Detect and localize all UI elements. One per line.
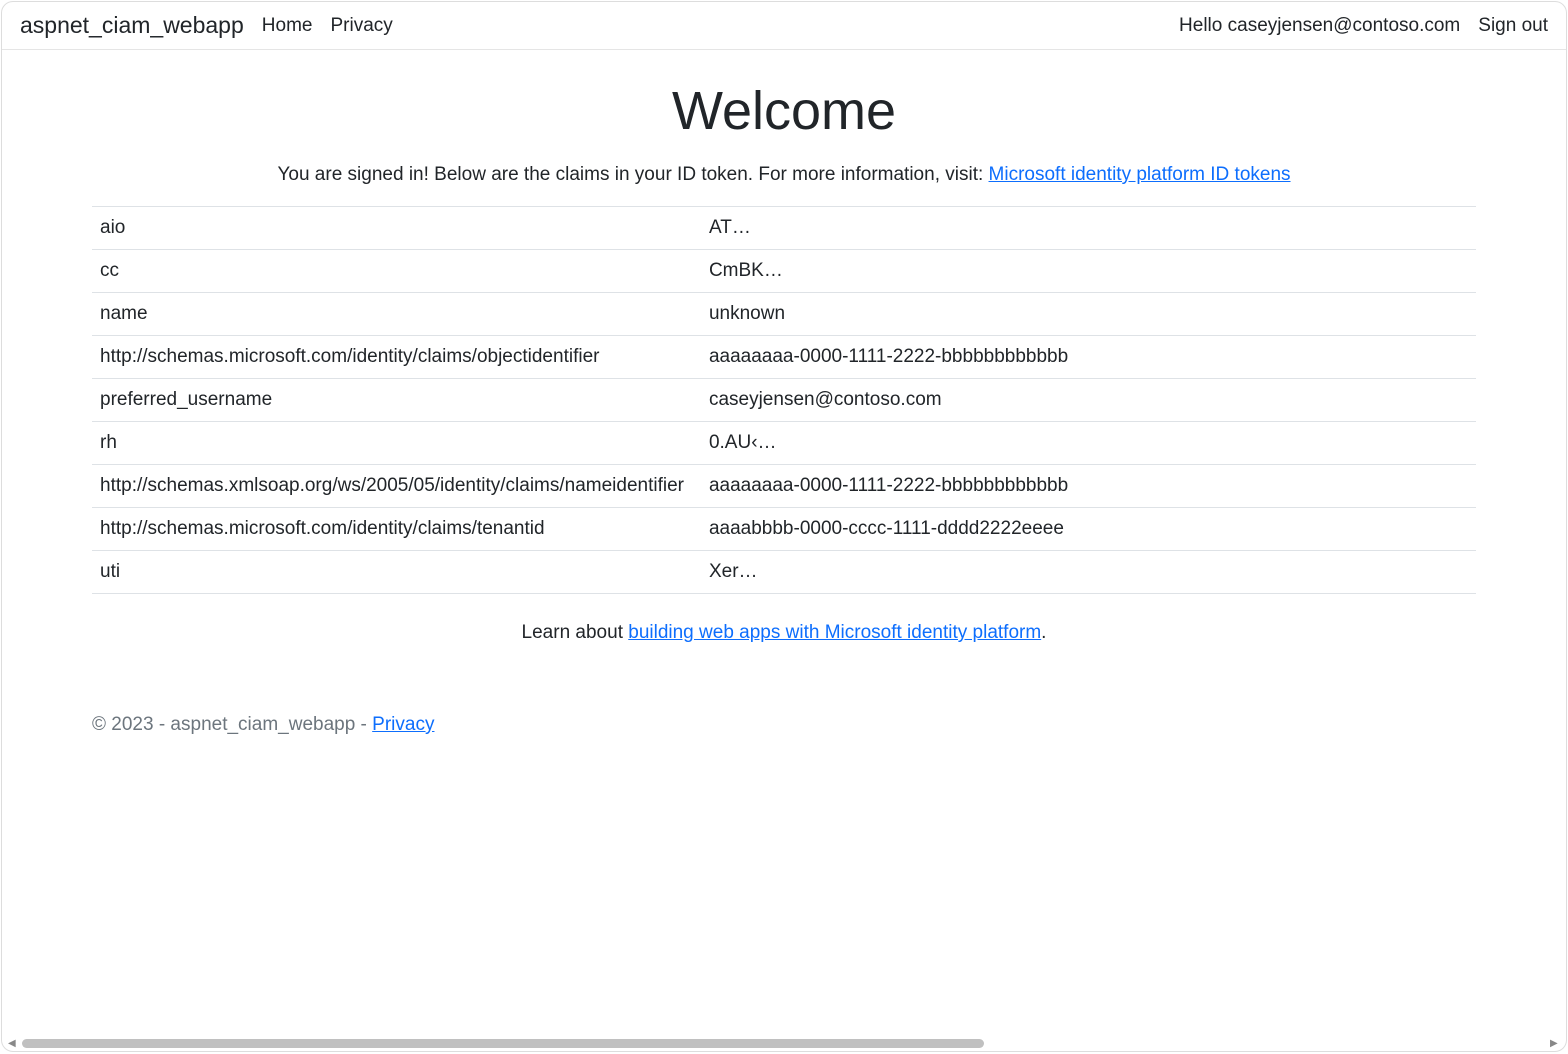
claim-key: cc: [92, 250, 701, 293]
claim-key: name: [92, 293, 701, 336]
table-row: ccCmBK…: [92, 250, 1476, 293]
claim-value: caseyjensen@contoso.com: [701, 379, 1476, 422]
learn-suffix: .: [1041, 622, 1046, 643]
footer-copyright: © 2023 - aspnet_ciam_webapp -: [92, 714, 372, 735]
claims-table: aioAT…ccCmBK…nameunknownhttp://schemas.m…: [92, 206, 1476, 594]
id-tokens-link[interactable]: Microsoft identity platform ID tokens: [989, 164, 1291, 185]
claim-key: uti: [92, 551, 701, 594]
table-row: nameunknown: [92, 293, 1476, 336]
claims-table-body: aioAT…ccCmBK…nameunknownhttp://schemas.m…: [92, 207, 1476, 594]
nav-home-link[interactable]: Home: [262, 15, 313, 37]
table-row: http://schemas.microsoft.com/identity/cl…: [92, 508, 1476, 551]
browser-viewport: aspnet_ciam_webapp Home Privacy Hello ca…: [1, 1, 1567, 1052]
claim-value: unknown: [701, 293, 1476, 336]
claim-value: aaaaaaaa-0000-1111-2222-bbbbbbbbbbbb: [701, 465, 1476, 508]
scrollbar-right-arrow-icon[interactable]: ▶: [1550, 1039, 1560, 1049]
scrollbar-thumb[interactable]: [22, 1039, 984, 1048]
nav-right: Hello caseyjensen@contoso.com Sign out: [1179, 15, 1548, 37]
signout-link[interactable]: Sign out: [1478, 15, 1548, 37]
intro-text: You are signed in! Below are the claims …: [92, 164, 1476, 186]
brand-link[interactable]: aspnet_ciam_webapp: [20, 12, 244, 39]
intro-text-static: You are signed in! Below are the claims …: [277, 164, 988, 185]
claim-value: aaaabbbb-0000-cccc-1111-dddd2222eeee: [701, 508, 1476, 551]
claim-value: CmBK…: [701, 250, 1476, 293]
learn-prefix: Learn about: [522, 622, 629, 643]
claim-value: Xer…: [701, 551, 1476, 594]
table-row: rh0.AU‹…: [92, 422, 1476, 465]
main-content: Welcome You are signed in! Below are the…: [2, 50, 1566, 704]
nav-privacy-link[interactable]: Privacy: [330, 15, 392, 37]
claim-value: 0.AU‹…: [701, 422, 1476, 465]
claim-value: aaaaaaaa-0000-1111-2222-bbbbbbbbbbbb: [701, 336, 1476, 379]
page-title: Welcome: [92, 80, 1476, 142]
claim-value: AT…: [701, 207, 1476, 250]
footer: © 2023 - aspnet_ciam_webapp - Privacy: [2, 704, 1566, 746]
claim-key: http://schemas.microsoft.com/identity/cl…: [92, 336, 701, 379]
claim-key: http://schemas.microsoft.com/identity/cl…: [92, 508, 701, 551]
claim-key: aio: [92, 207, 701, 250]
table-row: http://schemas.xmlsoap.org/ws/2005/05/id…: [92, 465, 1476, 508]
table-row: preferred_usernamecaseyjensen@contoso.co…: [92, 379, 1476, 422]
claim-key: http://schemas.xmlsoap.org/ws/2005/05/id…: [92, 465, 701, 508]
hello-user-text: Hello caseyjensen@contoso.com: [1179, 15, 1460, 37]
table-row: utiXer…: [92, 551, 1476, 594]
table-row: aioAT…: [92, 207, 1476, 250]
learn-link[interactable]: building web apps with Microsoft identit…: [628, 622, 1041, 643]
table-row: http://schemas.microsoft.com/identity/cl…: [92, 336, 1476, 379]
claim-key: rh: [92, 422, 701, 465]
horizontal-scrollbar[interactable]: ◀ ▶: [8, 1039, 1560, 1048]
scrollbar-left-arrow-icon[interactable]: ◀: [8, 1039, 18, 1049]
navbar: aspnet_ciam_webapp Home Privacy Hello ca…: [2, 2, 1566, 50]
claim-key: preferred_username: [92, 379, 701, 422]
footer-privacy-link[interactable]: Privacy: [372, 714, 434, 735]
learn-text: Learn about building web apps with Micro…: [92, 622, 1476, 644]
